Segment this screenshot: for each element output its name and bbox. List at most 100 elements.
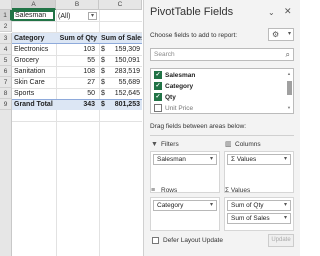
field-item-salesman[interactable]: ✓ Salesman bbox=[154, 71, 195, 81]
checkbox-checked[interactable]: ✓ bbox=[154, 71, 162, 80]
row-header-9[interactable]: 9 bbox=[0, 99, 12, 110]
field-label: Unit Price bbox=[165, 105, 194, 112]
row-header-4[interactable]: 4 bbox=[0, 44, 12, 55]
chevron-down-icon[interactable]: ▾ bbox=[284, 201, 287, 210]
cell-sales[interactable]: 152,645 bbox=[108, 88, 140, 99]
chevron-down-icon[interactable]: ▾ bbox=[284, 214, 287, 223]
close-icon[interactable]: ✕ bbox=[284, 6, 292, 17]
select-all-corner[interactable] bbox=[0, 0, 12, 10]
field-list[interactable]: ✓ Salesman ✓ Category ✓ Qty Unit Price ▲ ▼ bbox=[150, 68, 294, 114]
column-header-a[interactable]: A bbox=[12, 0, 56, 10]
field-label: Qty bbox=[165, 94, 176, 101]
row-header-7[interactable]: 7 bbox=[0, 77, 12, 88]
chevron-down-icon: ▾ bbox=[287, 31, 291, 37]
scroll-down-icon[interactable]: ▼ bbox=[287, 105, 291, 110]
gridline bbox=[99, 10, 100, 256]
column-header-c[interactable]: C bbox=[99, 0, 142, 10]
search-icon: ⌕ bbox=[285, 50, 290, 59]
scroll-up-icon[interactable]: ▲ bbox=[287, 71, 291, 76]
cell-sales[interactable]: 55,689 bbox=[108, 77, 140, 88]
cell-category[interactable]: Sanitation bbox=[14, 66, 56, 77]
drag-fields-label: Drag fields between areas below: bbox=[150, 123, 247, 130]
values-area-header: Σ Values bbox=[225, 185, 295, 197]
row-header-8[interactable]: 8 bbox=[0, 88, 12, 99]
values-area[interactable]: Σ Values Sum of Qty ▾ Sum of Sales ▾ bbox=[224, 187, 294, 231]
filters-label: Filters bbox=[161, 141, 179, 148]
row-header-filler bbox=[0, 110, 12, 256]
header-qty[interactable]: Sum of Qty bbox=[56, 33, 97, 44]
cell-qty[interactable]: 27 bbox=[56, 77, 95, 88]
filters-area-header: ▼ Filters bbox=[151, 139, 221, 151]
row-header-3[interactable]: 3 bbox=[0, 33, 12, 44]
filters-pill-salesman[interactable]: Salesman ▾ bbox=[153, 154, 217, 165]
checkbox-checked[interactable]: ✓ bbox=[154, 82, 162, 91]
filter-dropdown-icon[interactable]: ▾ bbox=[88, 12, 97, 20]
grand-total-qty[interactable]: 343 bbox=[56, 99, 95, 110]
filter-label-cell[interactable]: Salesman bbox=[12, 10, 55, 21]
defer-checkbox[interactable] bbox=[152, 237, 159, 244]
areas-divider bbox=[150, 135, 294, 136]
cell-sales[interactable]: 283,519 bbox=[108, 66, 140, 77]
header-sales[interactable]: Sum of Sales bbox=[101, 33, 142, 44]
cell-category[interactable]: Sports bbox=[14, 88, 56, 99]
rows-pill-category[interactable]: Category ▾ bbox=[153, 200, 217, 211]
pill-label: Σ Values bbox=[231, 156, 257, 163]
rows-area-header: ≡ Rows bbox=[151, 185, 221, 197]
header-category[interactable]: Category bbox=[14, 33, 56, 44]
choose-fields-label: Choose fields to add to report: bbox=[150, 32, 238, 39]
pill-label: Category bbox=[157, 202, 184, 209]
values-pill-sum-of-qty[interactable]: Sum of Qty ▾ bbox=[227, 200, 291, 211]
grand-total-label[interactable]: Grand Total bbox=[14, 99, 56, 110]
update-button[interactable]: Update bbox=[268, 234, 294, 247]
cell-qty[interactable]: 103 bbox=[56, 44, 95, 55]
cell-category[interactable]: Grocery bbox=[14, 55, 56, 66]
cell-sales[interactable]: 150,091 bbox=[108, 55, 140, 66]
chevron-down-icon[interactable]: ▾ bbox=[284, 155, 287, 164]
defer-layout-update[interactable]: Defer Layout Update bbox=[152, 237, 223, 244]
cell-sales[interactable]: 159,309 bbox=[108, 44, 140, 55]
columns-area-header: ▥ Columns bbox=[225, 139, 295, 151]
cell-qty[interactable]: 55 bbox=[56, 55, 95, 66]
grand-total-sales[interactable]: 801,253 bbox=[108, 99, 140, 110]
chevron-down-icon[interactable]: ▾ bbox=[210, 201, 213, 210]
scroll-thumb[interactable] bbox=[287, 81, 292, 95]
columns-pill-values[interactable]: Σ Values ▾ bbox=[227, 154, 291, 165]
field-label: Salesman bbox=[165, 72, 196, 79]
field-search-input[interactable]: Search ⌕ bbox=[150, 48, 294, 61]
row-header-1[interactable]: 1 bbox=[0, 10, 12, 21]
values-label: Σ Values bbox=[225, 187, 251, 194]
pill-label: Sum of Qty bbox=[231, 202, 264, 209]
cell-category[interactable]: Skin Care bbox=[14, 77, 56, 88]
pill-label: Salesman bbox=[157, 156, 186, 163]
pill-label: Sum of Sales bbox=[231, 215, 270, 222]
column-header-b[interactable]: B bbox=[56, 0, 99, 10]
rows-label: Rows bbox=[161, 187, 178, 194]
defer-label: Defer Layout Update bbox=[163, 237, 223, 245]
rows-icon: ≡ bbox=[151, 187, 156, 194]
field-item-unit-price[interactable]: Unit Price bbox=[154, 104, 194, 113]
field-list-scrollbar[interactable]: ▲ ▼ bbox=[287, 71, 292, 111]
checkbox-checked[interactable]: ✓ bbox=[154, 93, 162, 102]
row-header-6[interactable]: 6 bbox=[0, 66, 12, 77]
gridline bbox=[12, 121, 142, 122]
chevron-down-icon[interactable]: ⌄ bbox=[268, 8, 275, 17]
search-placeholder: Search bbox=[154, 51, 175, 58]
checkbox-unchecked[interactable] bbox=[154, 104, 162, 113]
columns-icon: ▥ bbox=[225, 141, 232, 148]
field-item-category[interactable]: ✓ Category bbox=[154, 82, 193, 92]
row-header-5[interactable]: 5 bbox=[0, 55, 12, 66]
field-item-qty[interactable]: ✓ Qty bbox=[154, 93, 176, 103]
cell-qty[interactable]: 108 bbox=[56, 66, 95, 77]
cell-qty[interactable]: 50 bbox=[56, 88, 95, 99]
cell-category[interactable]: Electronics bbox=[14, 44, 56, 55]
tools-dropdown[interactable]: ⚙ ▾ bbox=[268, 28, 294, 41]
gear-icon: ⚙ bbox=[272, 30, 280, 39]
row-header-2[interactable]: 2 bbox=[0, 21, 12, 32]
values-pill-sum-of-sales[interactable]: Sum of Sales ▾ bbox=[227, 213, 291, 224]
pivottable-fields-pane: PivotTable Fields ⌄ ✕ Choose fields to a… bbox=[143, 0, 300, 256]
worksheet[interactable]: A B C 1 2 3 4 5 6 7 8 9 Salesman (All) ▾… bbox=[0, 0, 142, 256]
pane-title: PivotTable Fields bbox=[150, 6, 234, 18]
rows-area[interactable]: ≡ Rows Category ▾ bbox=[150, 187, 220, 231]
chevron-down-icon[interactable]: ▾ bbox=[210, 155, 213, 164]
field-label: Category bbox=[165, 83, 194, 90]
